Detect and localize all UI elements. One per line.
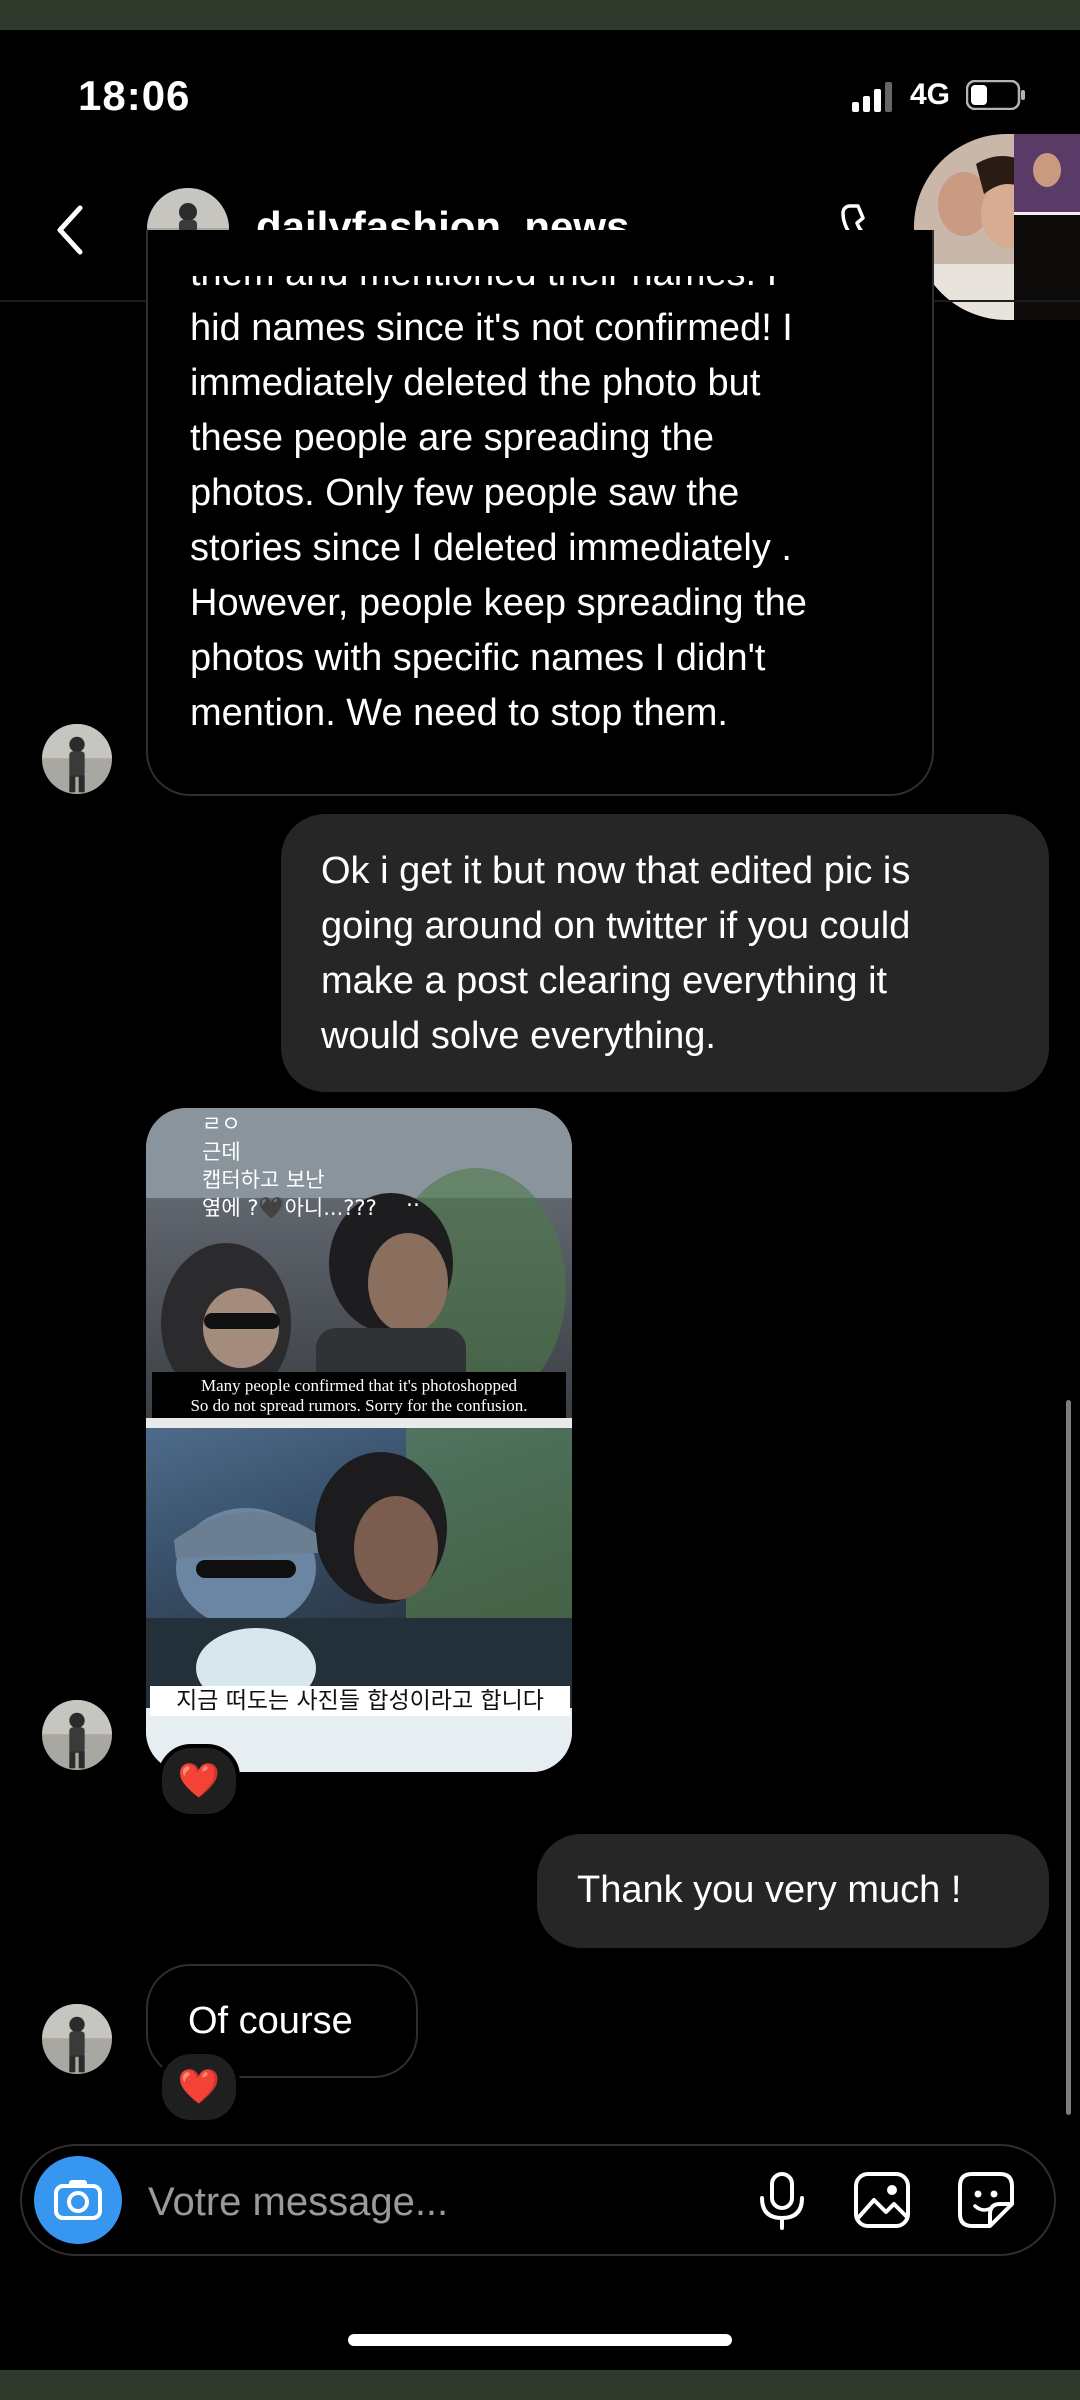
network-type: 4G	[910, 78, 951, 111]
sticker-icon[interactable]	[956, 2170, 1016, 2230]
outgoing-message[interactable]: Ok i get it but now that edited pic is g…	[281, 814, 1049, 1092]
back-icon[interactable]	[50, 200, 90, 260]
sender-avatar[interactable]	[42, 1700, 112, 1770]
incoming-message[interactable]: them and mentioned their names. I hid na…	[146, 230, 934, 796]
photo-bottom	[146, 1418, 572, 1708]
camera-icon[interactable]	[34, 2156, 122, 2244]
korean-caption-bottom: 지금 떠도는 사진들 합성이라고 합니다	[150, 1686, 570, 1716]
battery-icon	[966, 80, 1025, 110]
heart-reaction-icon[interactable]: ❤️	[158, 1744, 240, 1818]
device-frame-bottom	[0, 2370, 1080, 2400]
outgoing-message[interactable]: Thank you very much !	[537, 1834, 1049, 1948]
korean-caption-top: ㄹㅇ 근데 캡터하고 보난 옆에 ?🖤아니...???	[202, 1112, 377, 1220]
heart-reaction-icon[interactable]: ❤️	[158, 2050, 240, 2124]
sender-avatar[interactable]	[42, 724, 112, 794]
message-text: Ok i get it but now that edited pic is g…	[321, 850, 911, 1057]
signal-icon	[852, 82, 892, 112]
sender-avatar[interactable]	[42, 2004, 112, 2074]
message-input[interactable]	[146, 2172, 710, 2232]
photoshop-notice-caption: Many people confirmed that it's photosho…	[152, 1372, 566, 1420]
home-indicator[interactable]	[348, 2334, 732, 2346]
status-time: 18:06	[78, 72, 191, 119]
message-text: Of course	[188, 2000, 353, 2042]
message-text: Thank you very much !	[577, 1869, 962, 1911]
microphone-icon[interactable]	[754, 2170, 810, 2230]
message-text: them and mentioned their names. I hid na…	[190, 276, 807, 734]
video-call-preview[interactable]	[914, 134, 1080, 320]
svg-text:..: ..	[406, 1187, 420, 1212]
image-message[interactable]: .. ㄹㅇ 근데 캡터하고 보난 옆에 ?🖤아니...??? Many peop…	[146, 1108, 572, 1772]
gallery-icon[interactable]	[852, 2170, 912, 2230]
scrollbar[interactable]	[1066, 1400, 1071, 2115]
device-frame-top	[0, 0, 1080, 30]
